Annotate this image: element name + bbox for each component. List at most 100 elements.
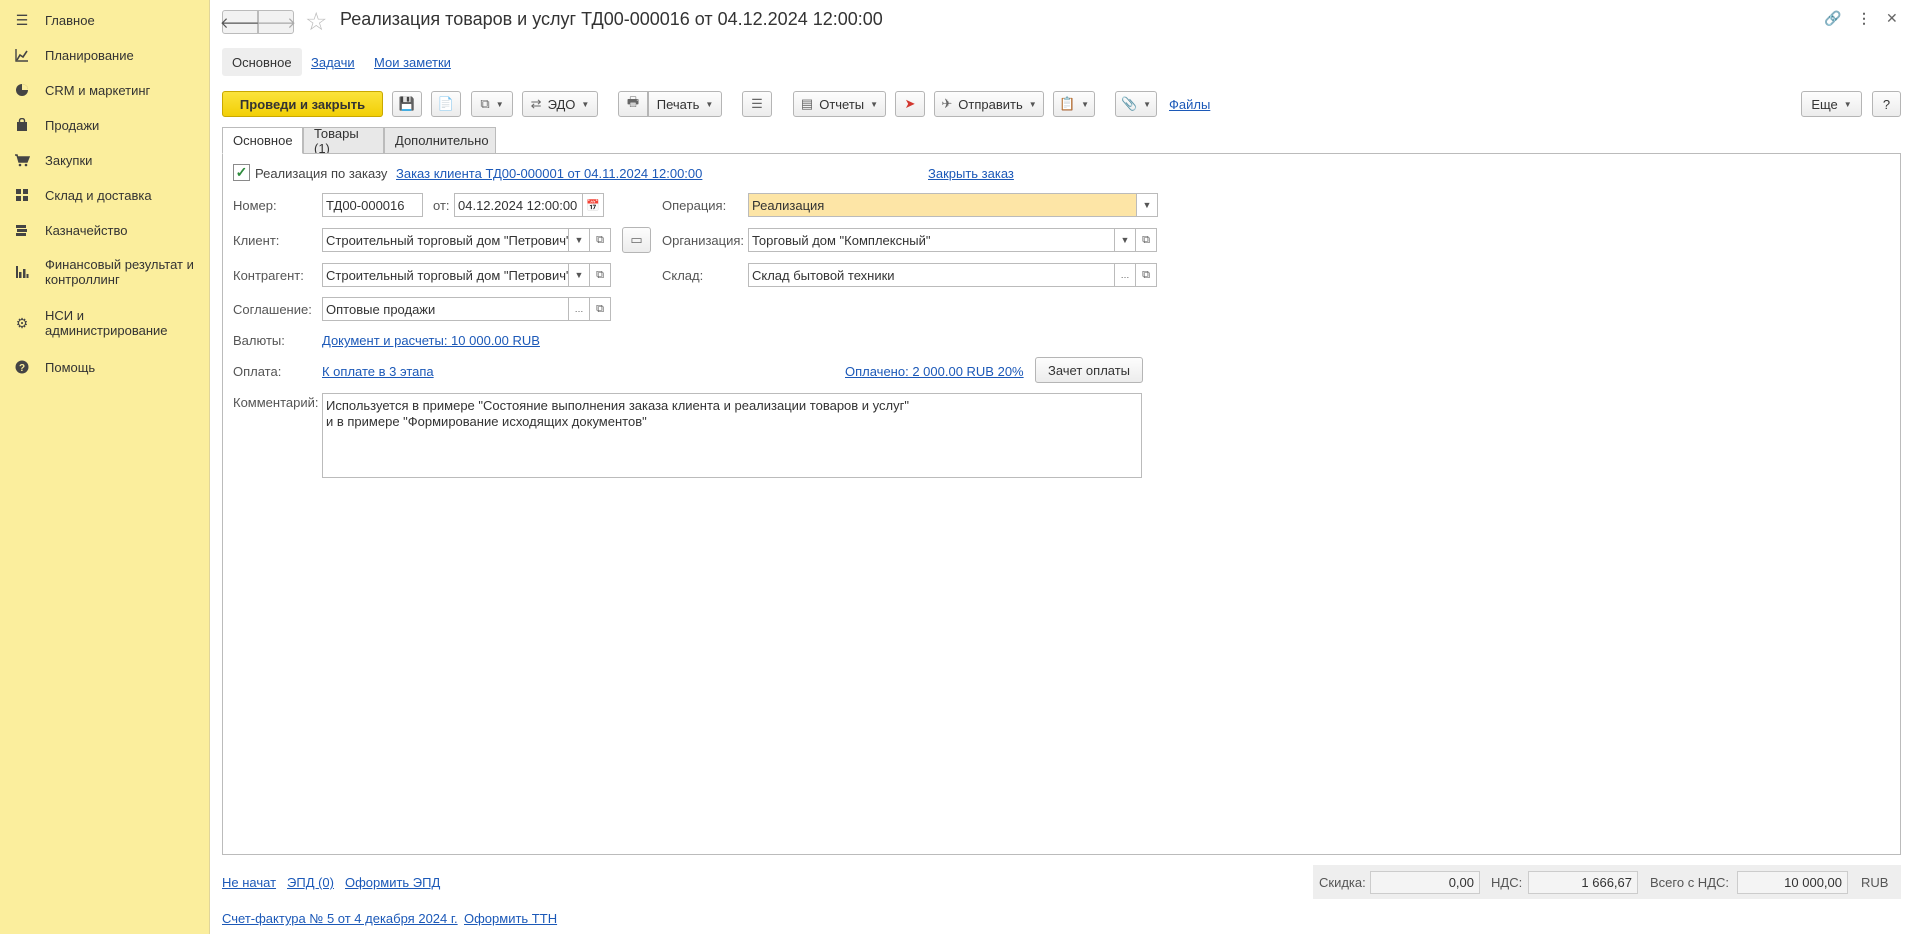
totals-bar: Скидка: 0,00 НДС: 1 666,67 Всего с НДС: … xyxy=(1313,865,1901,899)
nav-main[interactable]: Основное xyxy=(222,48,302,76)
paid-link[interactable]: Оплачено: 2 000.00 RUB 20% xyxy=(845,364,1024,379)
edo-button[interactable]: ⇄ ЭДО ▼ xyxy=(522,91,598,117)
comment-textarea[interactable]: Используется в примере "Состояние выполн… xyxy=(322,393,1142,478)
agreement-select-button[interactable]: … xyxy=(569,297,590,321)
caret-icon: ▼ xyxy=(1142,200,1152,210)
nav-tasks[interactable]: Задачи xyxy=(301,48,365,76)
sidebar-item-sales[interactable]: Продажи xyxy=(0,115,210,135)
close-order-link[interactable]: Закрыть заказ xyxy=(928,166,1014,181)
date-from-label: от: xyxy=(433,198,450,213)
open-icon: ⧉ xyxy=(596,268,604,281)
reports-button[interactable]: ▤ Отчеты ▼ xyxy=(793,91,886,117)
link-icon[interactable]: 🔗 xyxy=(1824,10,1841,27)
client-card-button[interactable]: ▭ xyxy=(622,227,651,253)
save-button[interactable]: 💾 xyxy=(392,91,422,117)
payment-link[interactable]: К оплате в 3 этапа xyxy=(322,364,434,379)
sidebar-item-label: Склад и доставка xyxy=(45,187,152,203)
org-dropdown[interactable]: ▼ xyxy=(1115,228,1136,252)
warehouse-select-button[interactable]: … xyxy=(1115,263,1136,287)
print-icon-button[interactable]: 🖶 xyxy=(618,91,648,117)
ellipsis-icon: … xyxy=(574,304,584,314)
vat-field: 1 666,67 xyxy=(1528,871,1638,894)
date-field[interactable]: 04.12.2024 12:00:00 xyxy=(454,193,583,217)
make-epd-link[interactable]: Оформить ЭПД xyxy=(345,875,440,890)
sidebar-item-label: Закупки xyxy=(45,152,93,168)
post-button[interactable]: 📄 xyxy=(431,91,461,117)
back-button[interactable]: 🡐 xyxy=(219,10,261,34)
sidebar-item-finance[interactable]: Финансовый результат и контроллинг xyxy=(0,256,210,288)
pie-chart-icon xyxy=(14,82,30,98)
number-field[interactable]: ТД00-000016 xyxy=(322,193,423,217)
comment-label: Комментарий: xyxy=(233,395,319,410)
help-button[interactable]: ? xyxy=(1872,91,1901,117)
nav-notes[interactable]: Мои заметки xyxy=(364,48,461,76)
post-and-close-button[interactable]: Проведи и закрыть xyxy=(222,91,383,117)
client-dropdown[interactable]: ▼ xyxy=(569,228,590,252)
create-based-button[interactable]: ⧉ ▼ xyxy=(471,91,513,117)
sidebar-item-main[interactable]: ☰ Главное xyxy=(0,10,210,30)
forward-button[interactable]: 🡒 xyxy=(256,10,296,34)
sidebar-item-treasury[interactable]: Казначейство xyxy=(0,220,210,240)
structure-button[interactable]: ☰ xyxy=(742,91,772,117)
card-icon: ▭ xyxy=(630,232,643,247)
currency-link[interactable]: Документ и расчеты: 10 000.00 RUB xyxy=(322,333,540,348)
sidebar-item-help[interactable]: ? Помощь xyxy=(0,357,210,377)
arrow-left-icon: 🡐 xyxy=(219,14,261,32)
warehouse-open-button[interactable]: ⧉ xyxy=(1136,263,1157,287)
sidebar-item-warehouse[interactable]: Склад и доставка xyxy=(0,185,210,205)
warehouse-label: Склад: xyxy=(662,268,704,283)
caret-icon: ▼ xyxy=(574,235,584,245)
counterparty-open-button[interactable]: ⧉ xyxy=(590,263,611,287)
print-button[interactable]: Печать ▼ xyxy=(648,91,722,117)
order-link[interactable]: Заказ клиента ТД00-000001 от 04.11.2024 … xyxy=(396,166,702,181)
agreement-field[interactable]: Оптовые продажи xyxy=(322,297,569,321)
epd-link[interactable]: ЭПД (0) xyxy=(287,875,334,890)
warehouse-field[interactable]: Склад бытовой техники xyxy=(748,263,1115,287)
by-order-checkbox[interactable]: ✓ xyxy=(233,164,250,181)
number-label: Номер: xyxy=(233,198,277,213)
more-vertical-icon[interactable]: ⋮ xyxy=(1857,10,1871,27)
make-ttn-link[interactable]: Оформить ТТН xyxy=(464,911,557,926)
client-open-button[interactable]: ⧉ xyxy=(590,228,611,252)
create-based-icon: ⧉ xyxy=(480,96,490,111)
org-open-button[interactable]: ⧉ xyxy=(1136,228,1157,252)
counterparty-dropdown[interactable]: ▼ xyxy=(569,263,590,287)
sidebar-item-label: CRM и маркетинг xyxy=(45,82,151,98)
files-link[interactable]: Файлы xyxy=(1169,97,1210,112)
operation-field[interactable]: Реализация xyxy=(748,193,1137,217)
form-panel xyxy=(222,153,1901,855)
attachments-button[interactable]: 📎 ▼ xyxy=(1115,91,1157,117)
client-field[interactable]: Строительный торговый дом "Петрович" xyxy=(322,228,569,252)
close-icon[interactable]: ✕ xyxy=(1886,10,1898,27)
invoice-link[interactable]: Счет-фактура № 5 от 4 декабря 2024 г. xyxy=(222,911,458,926)
sidebar-item-label: НСИ и администрирование xyxy=(45,308,168,338)
edo-icon: ⇄ xyxy=(530,96,542,111)
tab-goods[interactable]: Товары (1) xyxy=(303,126,384,156)
open-icon: ⧉ xyxy=(1142,233,1150,246)
planning-icon xyxy=(14,47,30,63)
more-button[interactable]: Еще ▼ xyxy=(1801,91,1862,117)
operation-dropdown[interactable]: ▼ xyxy=(1137,193,1158,217)
tab-main[interactable]: Основное xyxy=(222,127,303,154)
tasks-menu-button[interactable]: 📋 ▼ xyxy=(1053,91,1095,117)
counterparty-field[interactable]: Строительный торговый дом "Петрович" xyxy=(322,263,569,287)
payment-label: Оплата: xyxy=(233,364,282,379)
agreement-open-button[interactable]: ⧉ xyxy=(590,297,611,321)
sidebar-item-admin[interactable]: ⚙ НСИ и администрирование xyxy=(0,307,210,339)
caret-icon: ▼ xyxy=(1028,99,1037,109)
sidebar-item-crm[interactable]: CRM и маркетинг xyxy=(0,80,210,100)
client-label: Клиент: xyxy=(233,233,280,248)
favorite-star-icon[interactable]: ☆ xyxy=(305,7,327,37)
send-button[interactable]: ✈ Отправить ▼ xyxy=(934,91,1044,117)
caret-icon: ▼ xyxy=(1843,99,1852,109)
tab-extra[interactable]: Дополнительно xyxy=(384,127,496,154)
workflow-button[interactable]: ➤ xyxy=(895,91,925,117)
checkmark-icon: ✓ xyxy=(235,164,248,180)
open-icon: ⧉ xyxy=(1142,268,1150,281)
sidebar-item-purchases[interactable]: Закупки xyxy=(0,150,210,170)
status-link[interactable]: Не начат xyxy=(222,875,276,890)
sidebar-item-planning[interactable]: Планирование xyxy=(0,45,210,65)
org-field[interactable]: Торговый дом "Комплексный" xyxy=(748,228,1115,252)
calendar-button[interactable]: 📅 xyxy=(583,193,604,217)
payment-offset-button[interactable]: Зачет оплаты xyxy=(1035,357,1143,383)
